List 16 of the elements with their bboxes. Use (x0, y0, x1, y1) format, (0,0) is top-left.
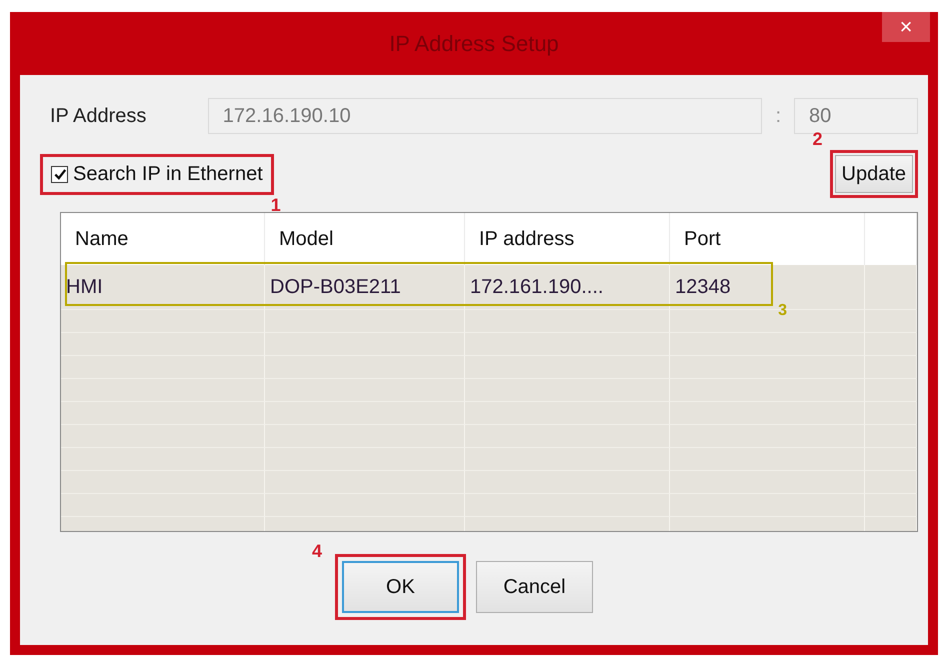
close-button[interactable]: × (882, 12, 930, 42)
window-title: IP Address Setup (389, 30, 559, 56)
input-field[interactable]: 172.16.190.10 (208, 98, 762, 134)
update-button[interactable]: Update (834, 155, 913, 193)
table-cell: HMI (61, 265, 265, 309)
field-label: IP Address (50, 104, 148, 128)
checkbox-box[interactable] (51, 166, 68, 182)
checkmark-icon (52, 167, 66, 181)
input-field[interactable]: 80 (794, 98, 918, 134)
separator-text: : (774, 104, 782, 128)
table-cell: DOP-B03E211 (265, 265, 465, 309)
dialog-button[interactable]: Cancel (476, 561, 593, 613)
dialog-button[interactable]: OK (342, 561, 459, 613)
callout-number: 4 (312, 541, 322, 562)
callout-number: 1 (270, 194, 281, 216)
table-cell: 172.161.190.... (465, 265, 670, 309)
